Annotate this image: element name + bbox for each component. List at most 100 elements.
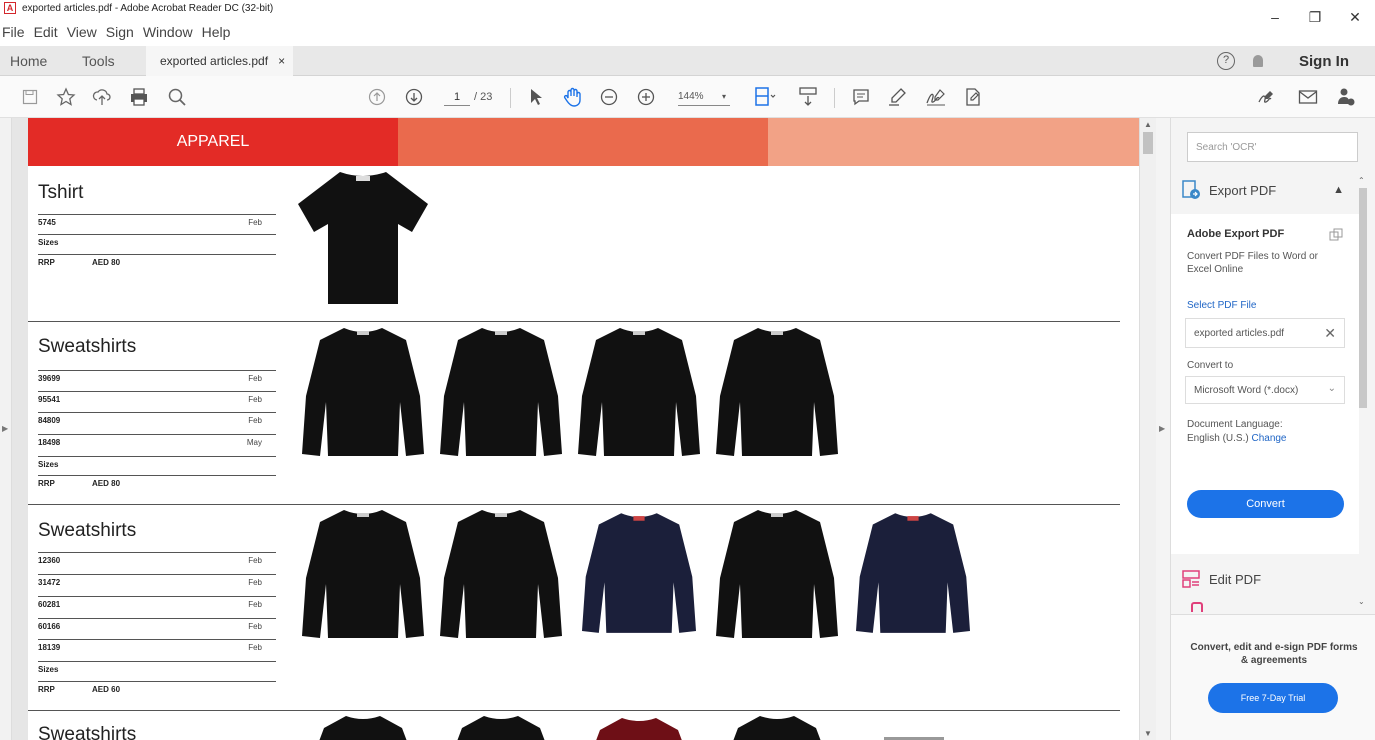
minimize-button[interactable]: –: [1255, 0, 1295, 34]
expand-right-icon: ▶: [2, 424, 9, 433]
search-tools-input[interactable]: Search 'OCR': [1187, 132, 1358, 162]
scroll-down-icon[interactable]: ⌄: [1358, 597, 1365, 606]
notification-bell-icon[interactable]: [1253, 55, 1263, 67]
hand-tool-icon[interactable]: [560, 86, 586, 108]
comment-icon[interactable]: [850, 86, 872, 108]
copy-icon[interactable]: [1329, 228, 1343, 242]
tab-home[interactable]: Home: [10, 46, 47, 76]
menu-view[interactable]: View: [67, 24, 97, 40]
left-nav-toggle[interactable]: ▶: [0, 118, 12, 740]
fill-sign-icon[interactable]: [924, 86, 948, 108]
share-cloud-icon[interactable]: [91, 86, 113, 108]
section-title: Sweatshirts: [38, 336, 137, 357]
scrolling-mode-icon[interactable]: [796, 86, 820, 108]
scrollbar-thumb[interactable]: [1143, 132, 1153, 154]
tab-document[interactable]: exported articles.pdf ×: [146, 46, 293, 76]
scroll-down-icon[interactable]: ▼: [1144, 729, 1152, 738]
sign-in-button[interactable]: Sign In: [1299, 53, 1349, 70]
convert-button[interactable]: Convert: [1187, 490, 1344, 518]
toolbar-divider: [510, 88, 511, 108]
next-page-icon[interactable]: [404, 86, 424, 108]
rrp-label: RRP: [38, 479, 55, 488]
sweatshirt-image: [884, 737, 944, 740]
menu-bar: File Edit View Sign Window Help: [0, 18, 239, 46]
tools-pane: Search 'OCR' Export PDF ▲ Adobe Export P…: [1170, 118, 1375, 740]
article-code: 95541: [38, 395, 61, 404]
edit-pdf-icon: [1182, 570, 1200, 588]
article-row: 95541 Feb: [38, 391, 276, 411]
article-code: 18498: [38, 438, 61, 447]
selected-file-field[interactable]: exported articles.pdf ✕: [1185, 318, 1345, 348]
article-month: Feb: [248, 218, 262, 227]
sweatshirt-image: [440, 328, 562, 456]
fit-page-icon[interactable]: [752, 86, 778, 108]
select-cursor-icon[interactable]: [526, 86, 546, 108]
change-language-link[interactable]: Change: [1251, 433, 1286, 444]
sizes-row: Sizes: [38, 234, 276, 254]
zoom-in-icon[interactable]: [636, 86, 656, 108]
tools-pane-scrollbar[interactable]: ⌃ ⌄: [1358, 176, 1368, 606]
edit-pdf-label: Edit PDF: [1209, 571, 1262, 587]
zoom-level-value: 144%: [678, 91, 704, 102]
sweatshirt-image: [440, 510, 562, 638]
sign-pen-icon[interactable]: [1256, 86, 1278, 108]
page-number-input[interactable]: 1: [444, 88, 470, 106]
export-pdf-tool[interactable]: Export PDF ▲: [1181, 170, 1354, 210]
free-trial-button[interactable]: Free 7-Day Trial: [1208, 683, 1338, 713]
previous-page-icon[interactable]: [367, 86, 387, 108]
article-month: Feb: [248, 643, 262, 652]
article-code: 18139: [38, 643, 61, 652]
section-title: Sweatshirts: [38, 520, 137, 541]
save-icon[interactable]: [20, 86, 40, 108]
scroll-up-icon[interactable]: ▲: [1144, 120, 1152, 129]
chevron-down-icon: ▾: [721, 92, 726, 101]
toolbar-divider: [834, 88, 835, 108]
highlight-pen-icon[interactable]: [886, 86, 908, 108]
menu-edit[interactable]: Edit: [34, 24, 58, 40]
pdf-page: APPAREL Tshirt 5745 Feb Sizes RRP AED 80 S…: [28, 118, 1139, 740]
edit-pdf-tool[interactable]: Edit PDF: [1181, 562, 1354, 596]
article-code: 31472: [38, 578, 61, 587]
chevron-down-icon: ⌄: [1327, 383, 1336, 394]
email-icon[interactable]: [1297, 86, 1319, 108]
menu-file[interactable]: File: [2, 24, 25, 40]
convert-format-dropdown[interactable]: Microsoft Word (*.docx) ⌄: [1185, 376, 1345, 404]
menu-sign[interactable]: Sign: [106, 24, 134, 40]
adobe-export-panel: Adobe Export PDF Convert PDF Files to Wo…: [1171, 214, 1359, 554]
sizes-row: Sizes: [38, 661, 276, 681]
bookmark-star-icon[interactable]: [55, 86, 77, 108]
section-divider: [28, 321, 1120, 322]
header-band-light: [768, 118, 1139, 166]
tab-document-label: exported articles.pdf: [160, 54, 269, 68]
window-controls: – ❐ ✕: [1255, 0, 1375, 34]
send-for-signature-icon[interactable]: [961, 86, 985, 108]
zoom-out-icon[interactable]: [599, 86, 619, 108]
help-icon[interactable]: ?: [1217, 52, 1235, 70]
tab-tools[interactable]: Tools: [82, 46, 115, 76]
window-title: exported articles.pdf - Adobe Acrobat Re…: [22, 3, 274, 14]
chevron-up-icon[interactable]: ▲: [1333, 184, 1344, 196]
add-user-icon[interactable]: [1335, 86, 1357, 108]
remove-file-icon[interactable]: ✕: [1324, 325, 1336, 342]
sizes-label: Sizes: [38, 460, 59, 469]
restore-button[interactable]: ❐: [1295, 0, 1335, 34]
menu-window[interactable]: Window: [143, 24, 193, 40]
search-zoom-icon[interactable]: [166, 86, 188, 108]
zoom-level-dropdown[interactable]: 144% ▾: [678, 88, 730, 106]
close-window-button[interactable]: ✕: [1335, 0, 1375, 34]
select-pdf-file-link[interactable]: Select PDF File: [1187, 300, 1256, 311]
adobe-export-description: Convert PDF Files to Word or Excel Onlin…: [1187, 251, 1318, 275]
article-row: 18139 Feb: [38, 639, 276, 659]
adobe-export-title: Adobe Export PDF: [1187, 228, 1285, 240]
promo-panel: Convert, edit and e-sign PDF forms & agr…: [1171, 614, 1375, 740]
menu-help[interactable]: Help: [202, 24, 231, 40]
document-viewport: APPAREL Tshirt 5745 Feb Sizes RRP AED 80 S…: [12, 118, 1139, 740]
scroll-up-icon[interactable]: ⌃: [1358, 176, 1365, 185]
close-tab-icon[interactable]: ×: [278, 54, 285, 68]
section-divider: [28, 710, 1120, 711]
scrollbar-thumb[interactable]: [1359, 188, 1367, 408]
document-scrollbar[interactable]: ▲ ▼: [1139, 118, 1156, 740]
right-pane-toggle[interactable]: ▶: [1156, 118, 1170, 740]
sweatshirt-image: [302, 328, 424, 456]
print-icon[interactable]: [128, 86, 150, 108]
